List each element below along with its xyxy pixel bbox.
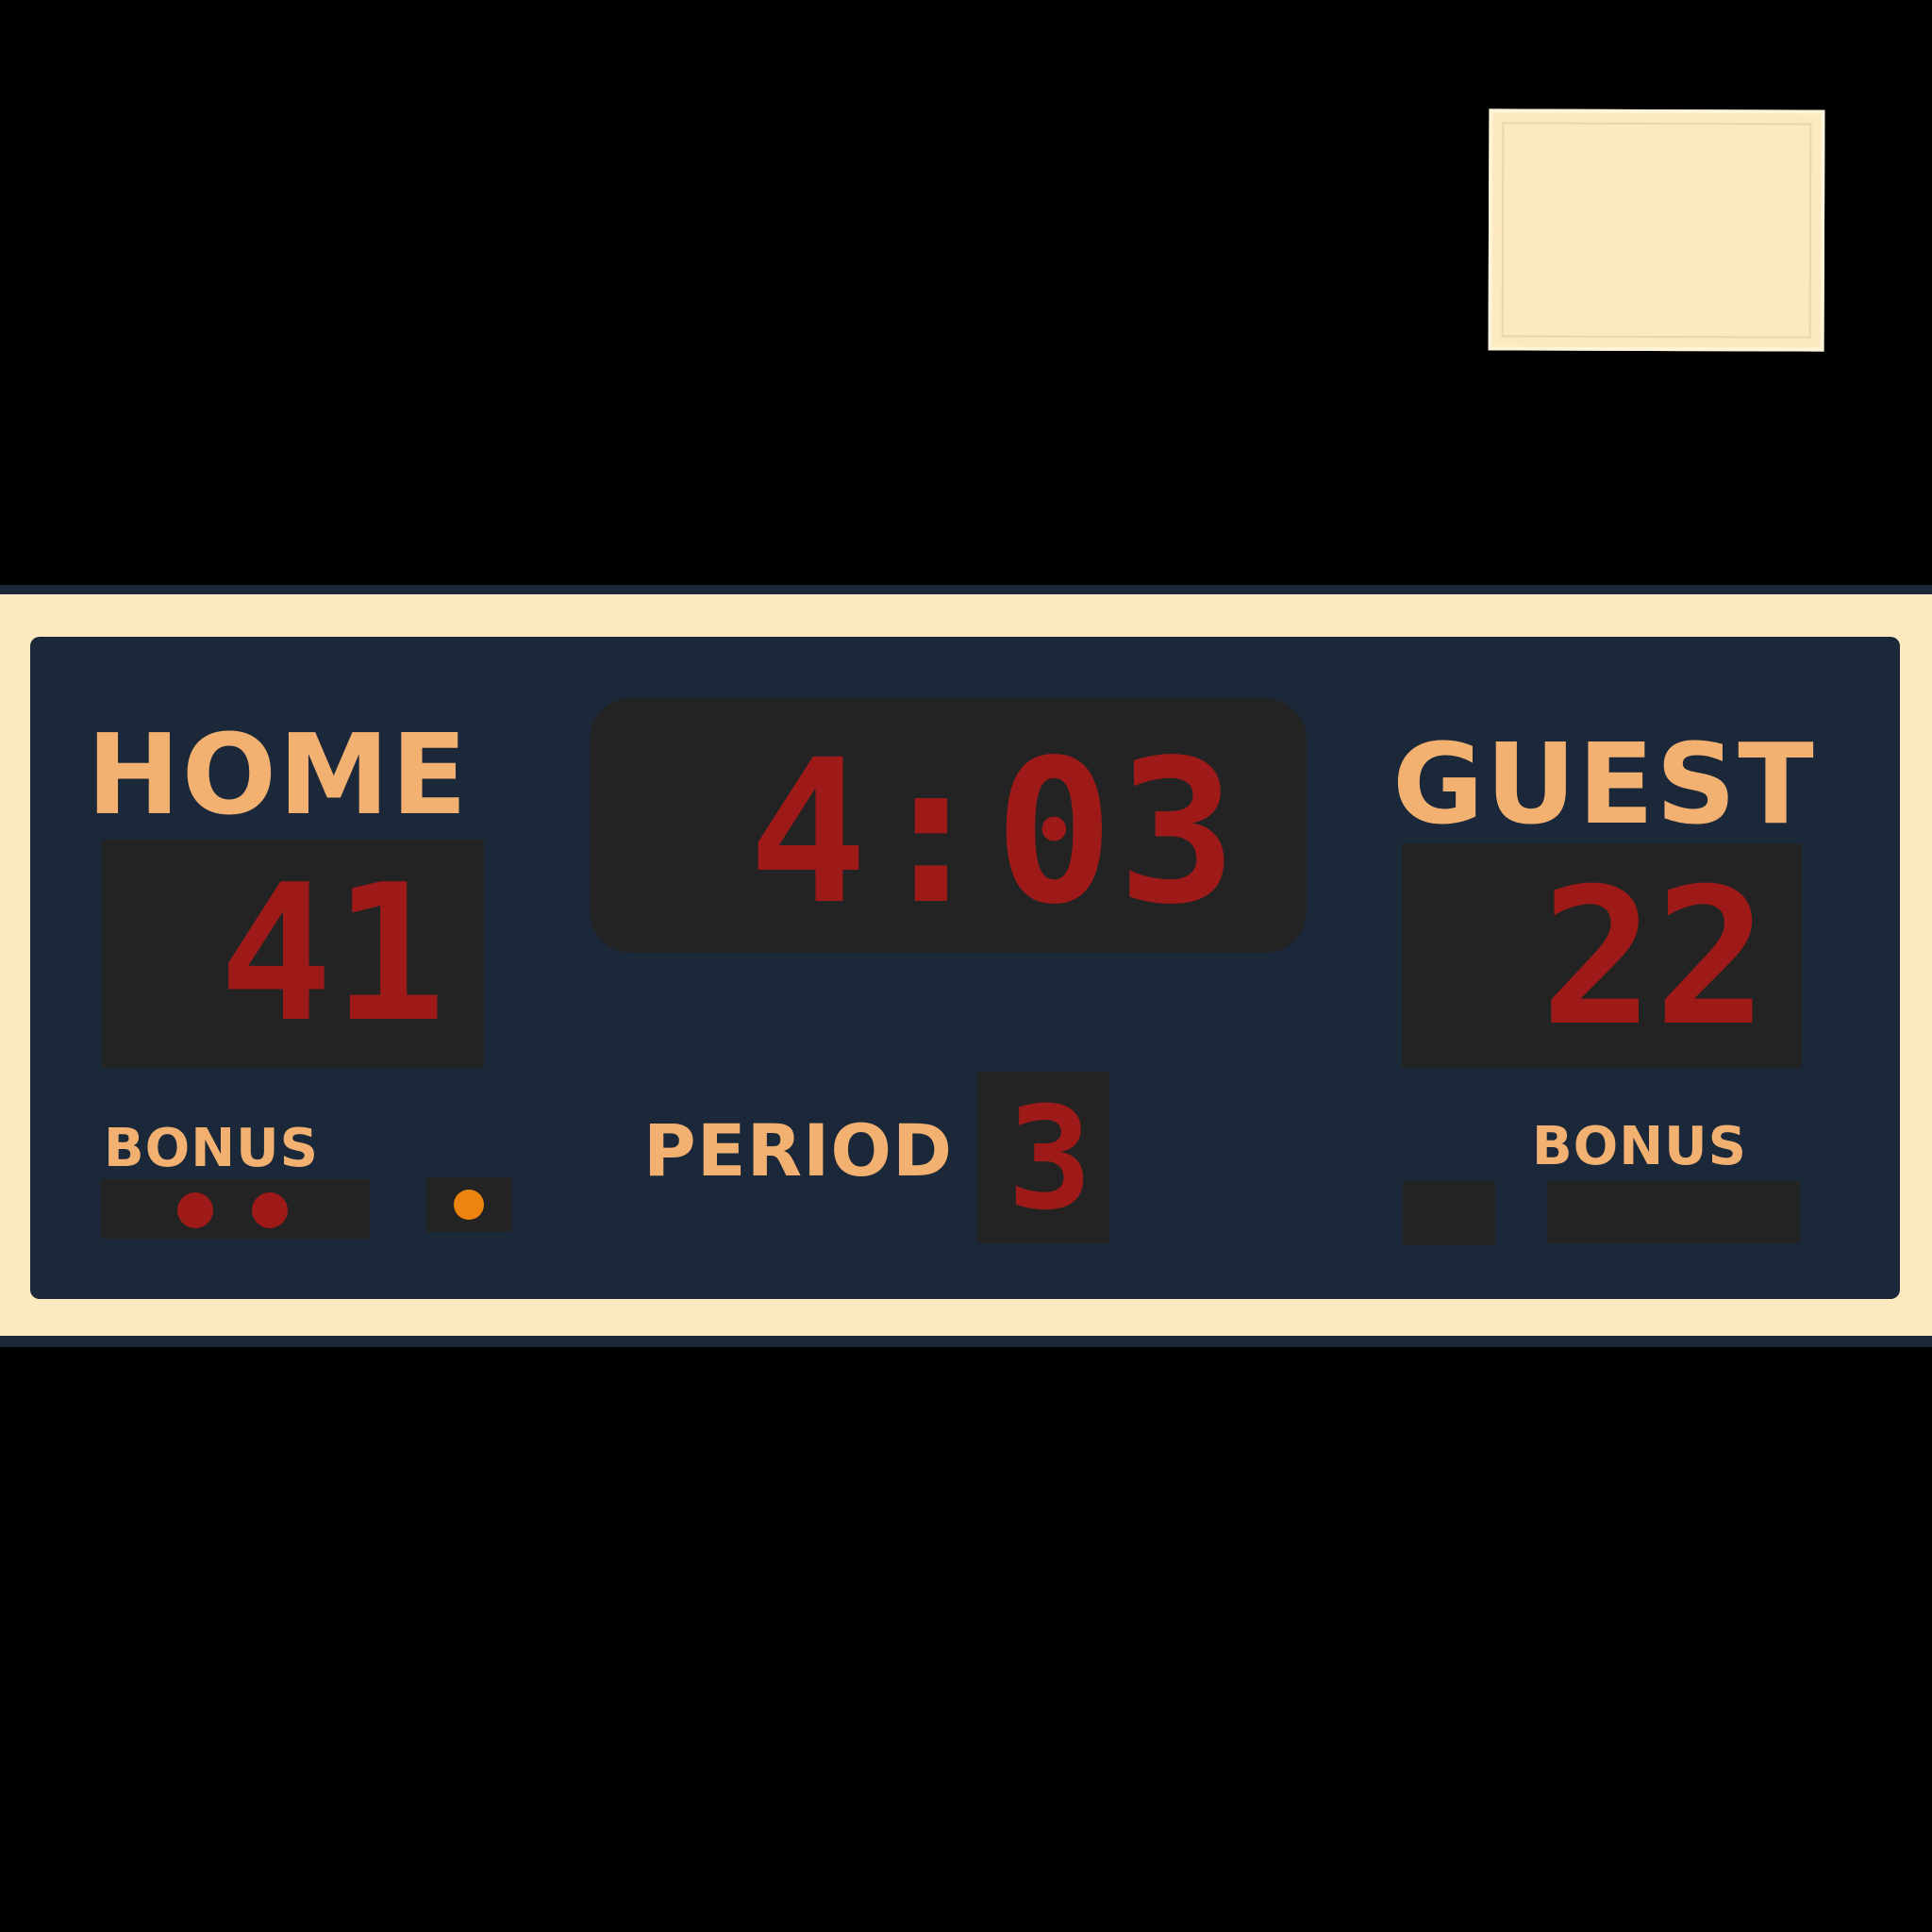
guest-score-display: 22 [1402,843,1802,1068]
guest-bonus-label: BONUS [1532,1116,1747,1177]
home-score: 41 [219,844,446,1064]
home-bonus-light-2 [252,1192,288,1228]
blank-card-border [1501,122,1812,339]
period-display: 3 [977,1072,1109,1243]
home-bonus-label: BONUS [104,1118,319,1179]
game-clock-display: 4:03 [590,698,1307,953]
guest-bonus-lights [1547,1181,1800,1243]
home-possession-indicator [426,1177,512,1232]
board-bottom-edge [0,1334,1932,1347]
home-possession-light [454,1190,484,1220]
game-clock: 4:03 [748,717,1241,948]
home-bonus-lights [101,1179,370,1239]
guest-label: GUEST [1392,719,1816,849]
home-score-display: 41 [102,840,484,1068]
blank-card [1488,108,1825,352]
scene: HOME 41 BONUS 4:03 PERIOD 3 GUEST 22 BON… [0,0,1932,1932]
home-bonus-light-1 [177,1192,213,1228]
guest-score: 22 [1541,848,1768,1068]
home-label: HOME [87,709,470,840]
period-label: PERIOD [643,1108,954,1192]
period-number: 3 [1007,1077,1092,1241]
guest-possession-indicator [1403,1181,1495,1245]
